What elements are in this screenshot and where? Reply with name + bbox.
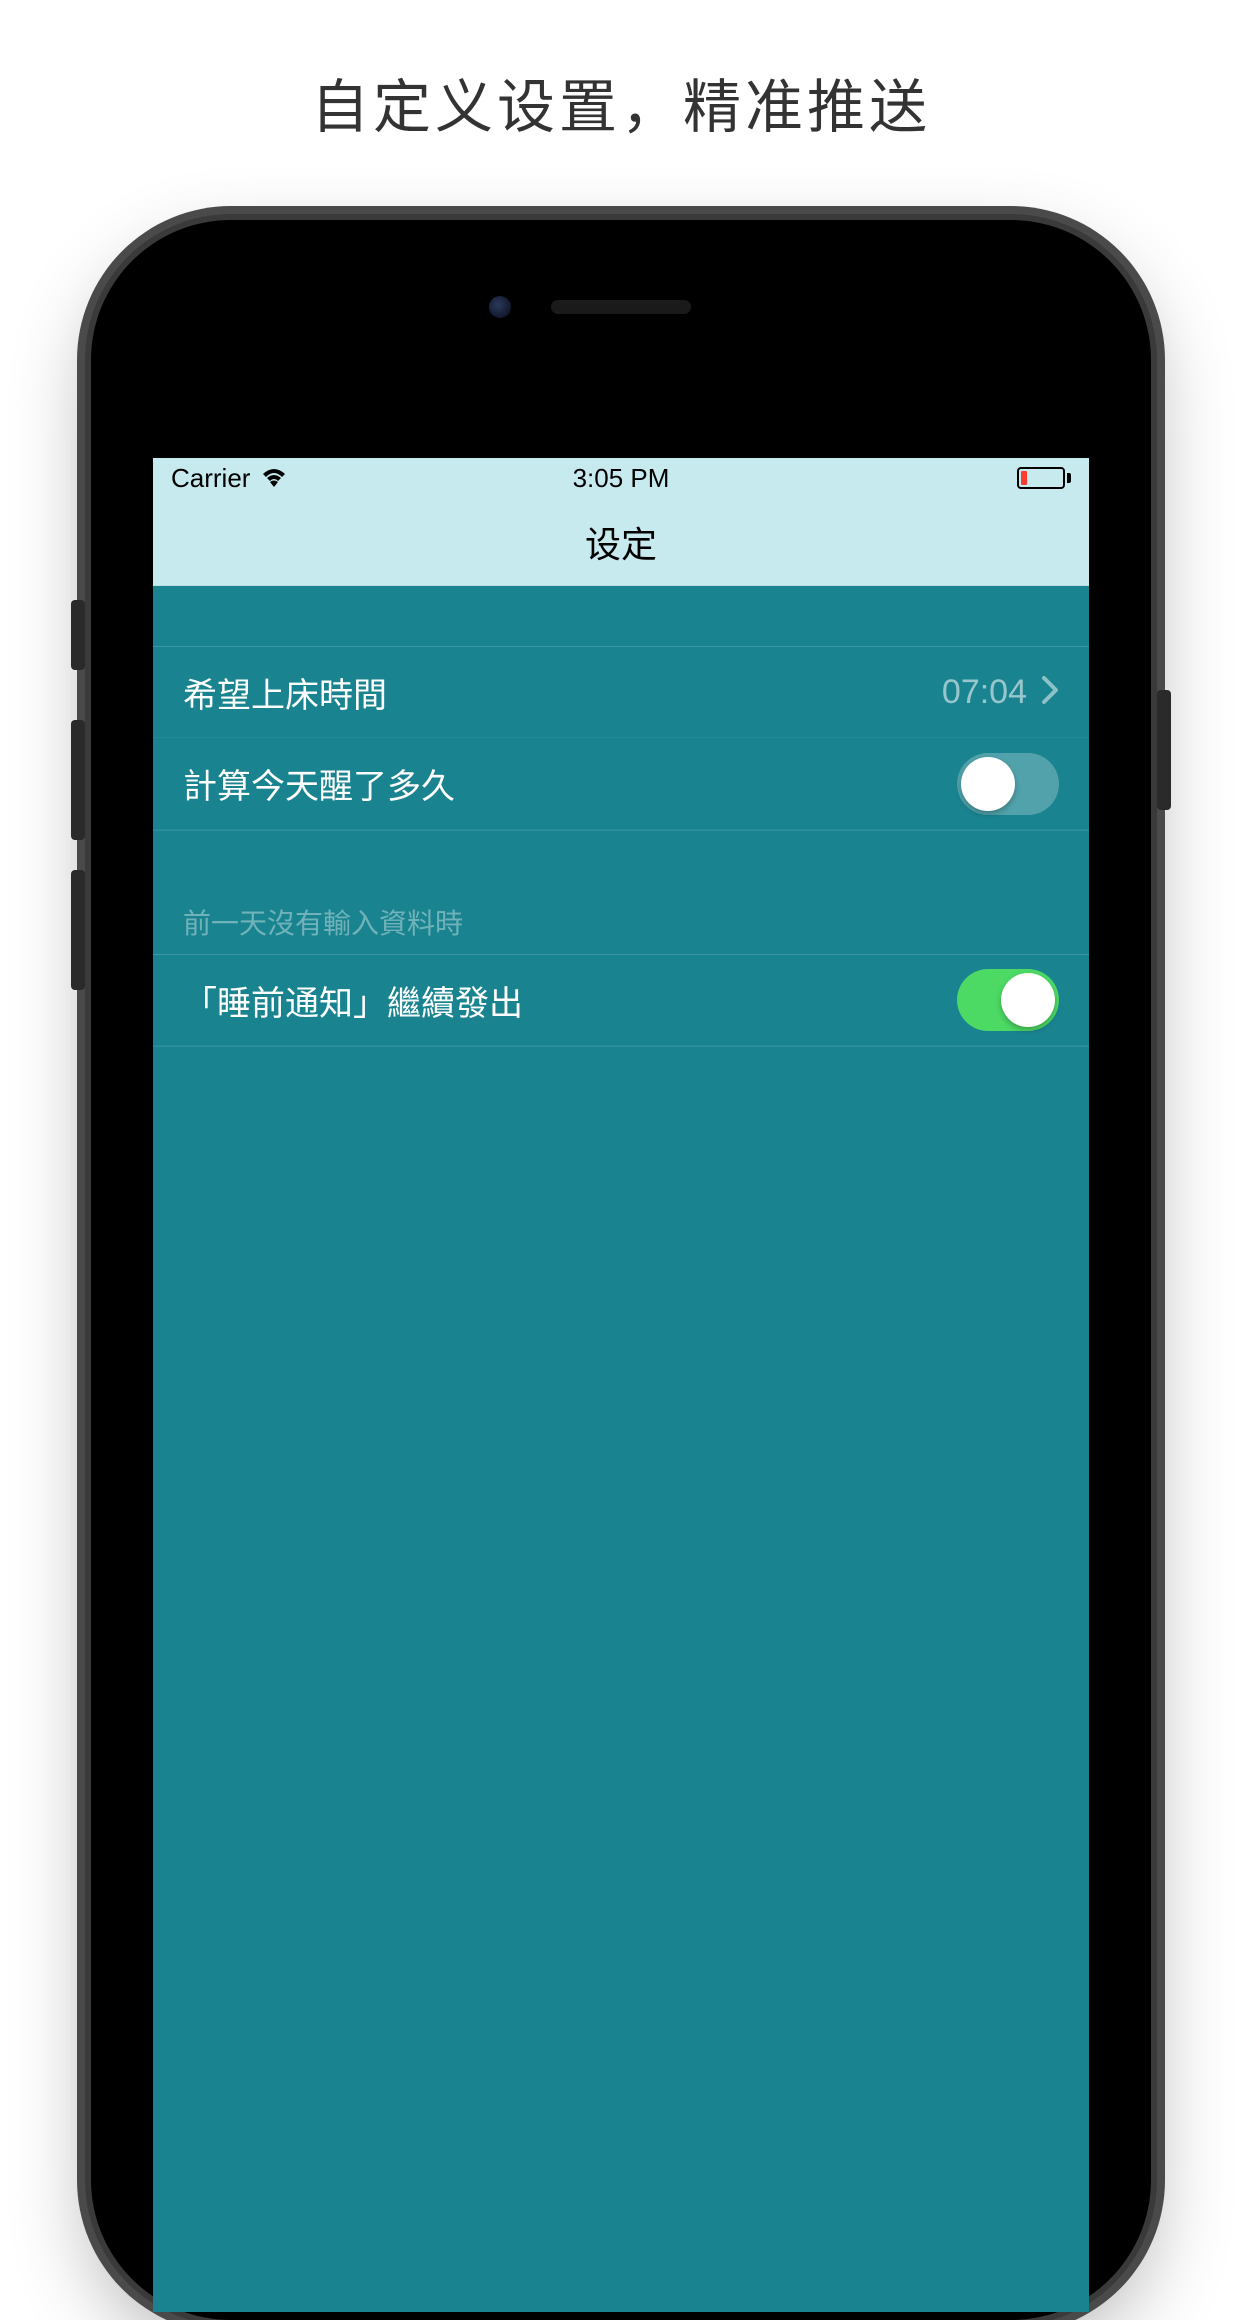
settings-content: 希望上床時間 07:04 計算今天醒了多久 [153, 586, 1089, 1106]
phone-volume-up [71, 720, 85, 840]
status-bar: Carrier 3:05 PM [153, 458, 1089, 498]
nav-bar: 设定 [153, 498, 1089, 586]
phone-frame: Carrier 3:05 PM 设定 [91, 220, 1151, 2320]
row-notify-continue: 「睡前通知」繼續發出 [153, 954, 1089, 1046]
marketing-headline: 自定义设置，精准推送 [0, 60, 1242, 144]
status-time: 3:05 PM [573, 463, 670, 494]
row-awake-today-label: 計算今天醒了多久 [183, 759, 455, 808]
wifi-icon [260, 467, 288, 489]
row-bedtime-label: 希望上床時間 [183, 668, 387, 717]
row-bedtime-value: 07:04 [942, 673, 1027, 712]
phone-mute-switch [71, 600, 85, 670]
battery-icon [1017, 467, 1071, 489]
section-header-prev-day: 前一天沒有輸入資料時 [153, 890, 1089, 954]
toggle-awake-today[interactable] [957, 753, 1059, 815]
toggle-notify-continue[interactable] [957, 969, 1059, 1031]
phone-speaker [551, 300, 691, 314]
row-notify-continue-label: 「睡前通知」繼續發出 [183, 976, 523, 1025]
chevron-right-icon [1041, 675, 1059, 710]
row-awake-today: 計算今天醒了多久 [153, 738, 1089, 830]
phone-power-button [1157, 690, 1171, 810]
phone-camera [489, 296, 511, 318]
carrier-label: Carrier [171, 463, 250, 494]
row-bedtime[interactable]: 希望上床時間 07:04 [153, 646, 1089, 738]
phone-volume-down [71, 870, 85, 990]
page-title: 设定 [585, 516, 657, 568]
app-screen: Carrier 3:05 PM 设定 [153, 458, 1089, 2312]
